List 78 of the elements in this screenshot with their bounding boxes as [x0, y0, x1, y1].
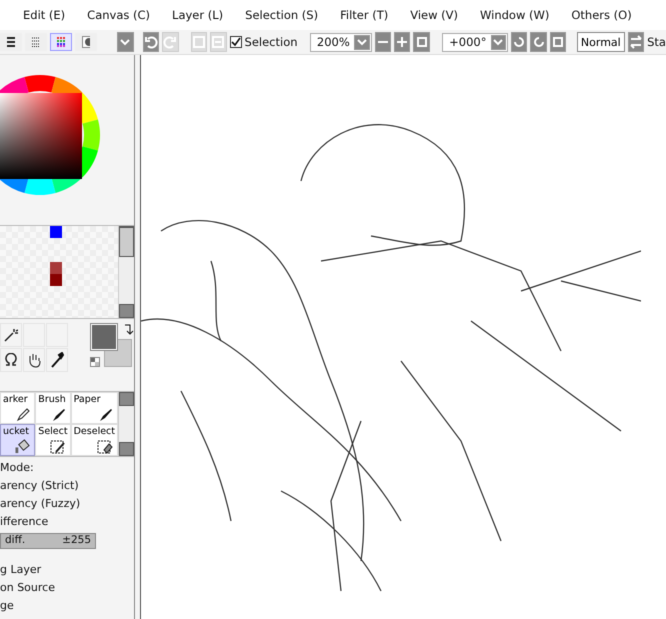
menu-item[interactable]: Canvas (C)	[76, 8, 162, 22]
menu-item[interactable]: Edit (E)	[12, 8, 76, 22]
brush-icon	[52, 408, 66, 422]
color-swatch[interactable]	[50, 274, 62, 286]
zoom-out-button[interactable]	[374, 32, 392, 52]
scrollbar[interactable]	[118, 392, 134, 456]
list-view-icon	[7, 37, 15, 47]
reset-icon	[414, 35, 429, 49]
select-icon	[211, 35, 226, 49]
eyedropper-icon	[50, 352, 64, 368]
swap-arrow-icon[interactable]	[124, 323, 134, 335]
mode-option[interactable]: arency (Strict)	[0, 479, 134, 493]
caret-icon	[356, 38, 367, 46]
menu-item[interactable]: View (V)	[399, 8, 470, 22]
view-mode-button[interactable]	[0, 33, 22, 51]
lasso-tool[interactable]	[0, 348, 22, 372]
selection-eraser-icon	[97, 440, 113, 454]
brush-tool-button[interactable]: arker	[0, 392, 36, 424]
target-option[interactable]: g Layer	[0, 563, 134, 577]
reset-button[interactable]	[550, 32, 566, 52]
brush-tool-button[interactable]: Paper	[70, 392, 118, 424]
wand-icon	[4, 328, 18, 342]
omega-icon	[3, 353, 19, 367]
list-view-icon	[32, 37, 40, 47]
rotation-combo[interactable]: +000°	[442, 32, 508, 52]
selection-pen-icon	[50, 440, 66, 454]
pencil-icon	[16, 408, 30, 422]
select-icon	[192, 35, 206, 49]
color-swatch[interactable]	[50, 226, 62, 238]
undo-icon	[144, 35, 158, 49]
menu-item[interactable]: Layer (L)	[161, 8, 234, 22]
brush-tool-button[interactable]: Select	[35, 424, 71, 456]
scrollbar[interactable]	[118, 226, 134, 318]
menu-item[interactable]: Selection (S)	[234, 8, 330, 22]
rotate-left-button[interactable]	[511, 32, 528, 52]
target-option[interactable]: ge	[0, 599, 134, 613]
mode-option[interactable]: ifference	[0, 515, 134, 529]
color-swatch[interactable]	[50, 262, 62, 274]
redo-icon	[163, 35, 178, 49]
reset-colors-icon[interactable]	[90, 357, 100, 367]
reset-button[interactable]	[413, 32, 430, 52]
menu-item[interactable]: Others (O)	[560, 8, 643, 22]
view-mode-button[interactable]	[50, 33, 72, 51]
rotate-right-icon	[532, 35, 546, 49]
toolbar-label: Sta	[647, 35, 666, 49]
brush-icon	[99, 408, 113, 422]
selection-checkbox[interactable]: Selection	[230, 35, 298, 49]
rotate-right-button[interactable]	[530, 32, 547, 52]
paint-bucket-icon	[15, 439, 30, 454]
brush-tool-button[interactable]: Deselect	[70, 424, 118, 456]
view-mode-button[interactable]	[25, 33, 47, 51]
blend-mode-button[interactable]: Normal	[576, 32, 625, 52]
color-grid-icon	[57, 37, 65, 47]
color-difference-slider[interactable]: diff. ±255	[0, 533, 96, 549]
menu-item[interactable]: Filter (T)	[329, 8, 400, 22]
mode-label: Mode:	[0, 461, 35, 475]
dropdown-button[interactable]	[117, 32, 134, 52]
eyedropper-tool[interactable]	[46, 348, 68, 372]
flip-icon	[628, 35, 643, 49]
undo-button[interactable]	[142, 32, 160, 52]
reset-icon	[550, 35, 565, 49]
target-option[interactable]: on Source	[0, 581, 134, 595]
brush-tool-button[interactable]: Brush	[35, 392, 71, 424]
zoom-in-button[interactable]	[394, 32, 410, 52]
foreground-background-colors[interactable]	[90, 323, 134, 369]
hand-tool[interactable]	[23, 348, 45, 372]
rotate-left-icon	[512, 35, 526, 49]
zoom-combo[interactable]: 200%	[310, 32, 372, 52]
blot-icon	[82, 36, 90, 48]
mode-option[interactable]: arency (Fuzzy)	[0, 497, 134, 511]
flip-button[interactable]	[628, 32, 644, 52]
magic-wand-tool[interactable]	[0, 323, 22, 347]
brush-tool-button[interactable]: ucket	[0, 424, 36, 456]
caret-icon	[493, 38, 504, 46]
menu-item[interactable]: Window (W)	[469, 8, 560, 22]
zoom-in-icon	[395, 35, 410, 49]
view-mode-button[interactable]	[75, 33, 97, 51]
checkmark-icon	[230, 37, 241, 47]
